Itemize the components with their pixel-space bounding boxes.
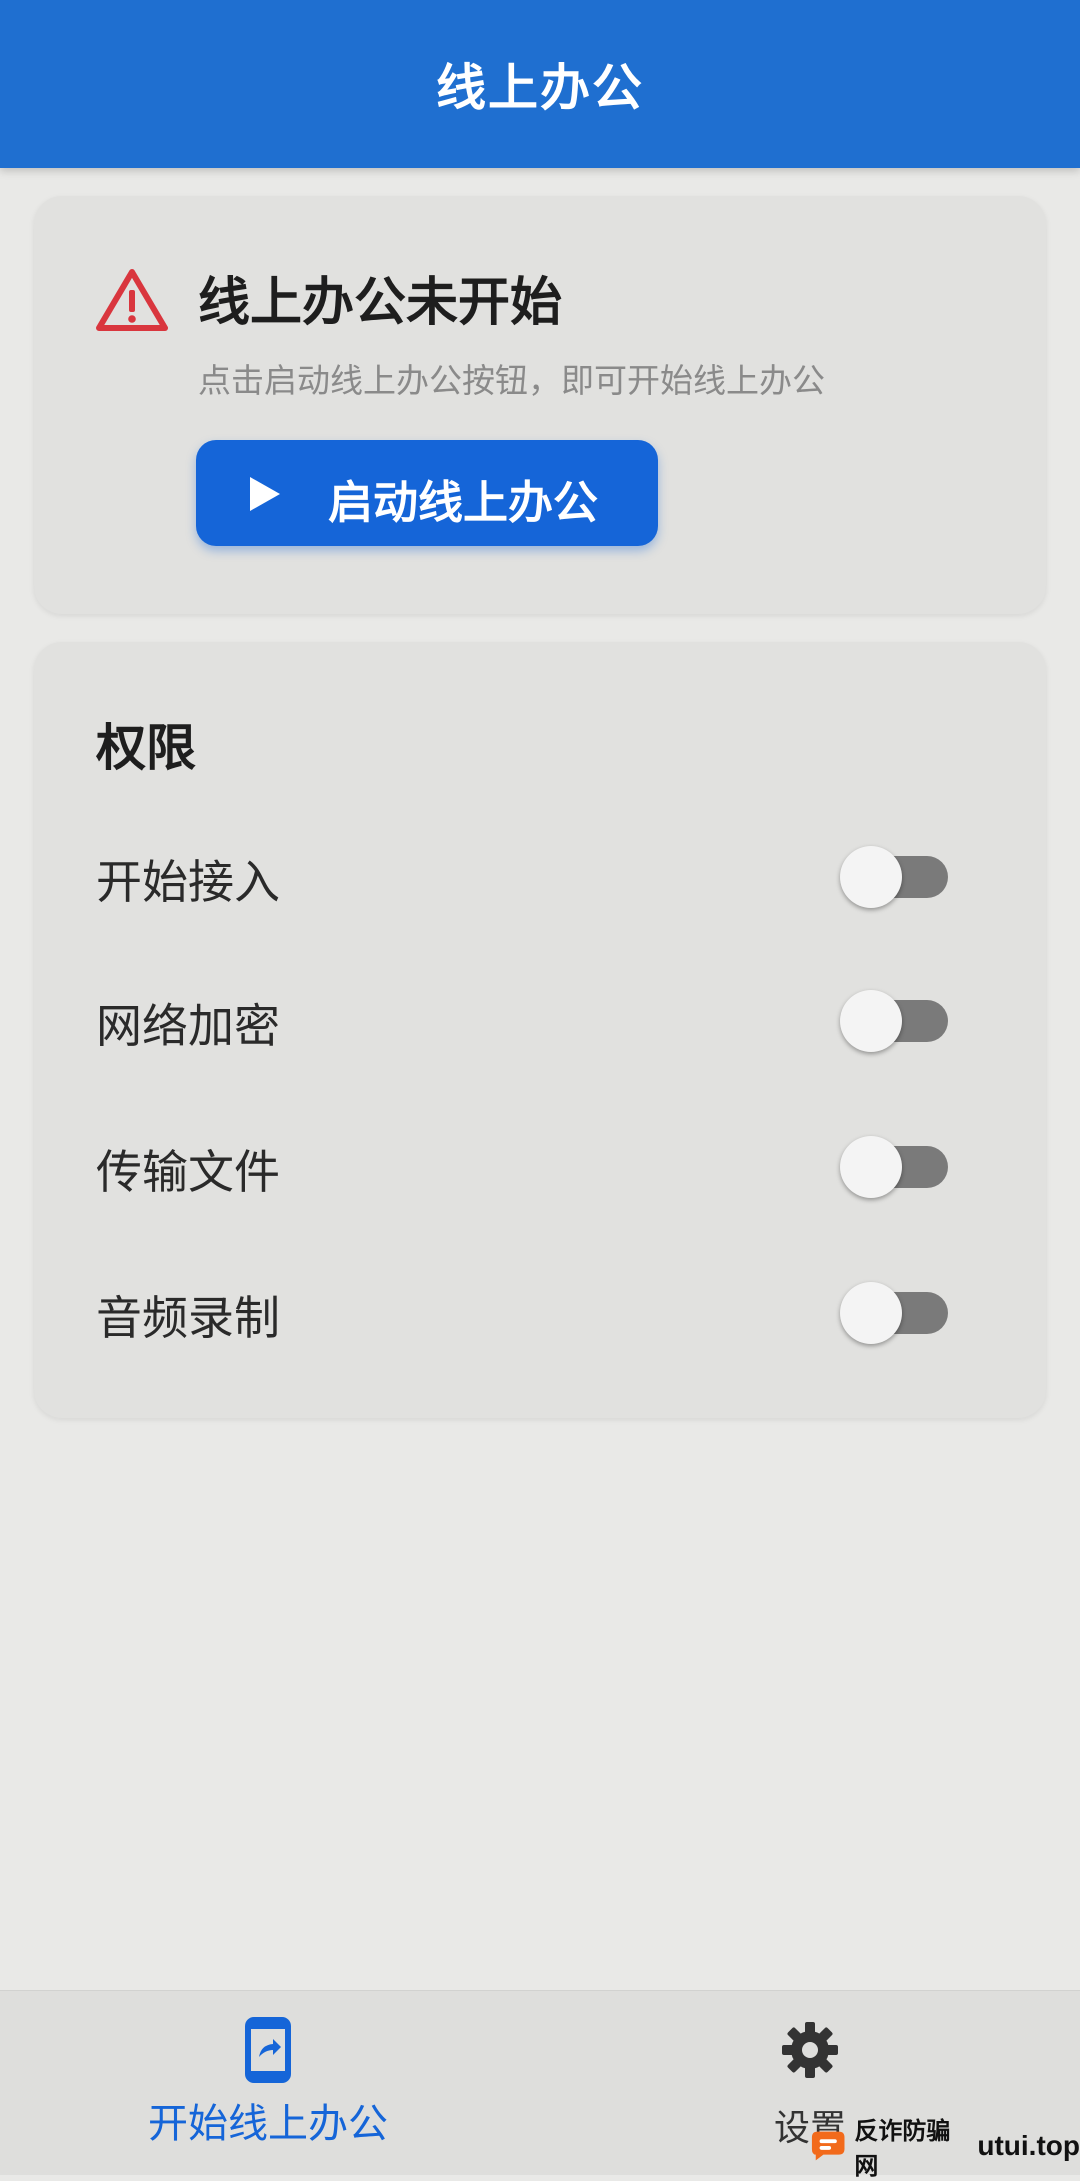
watermark-en-text: utui.top [977, 2130, 1080, 2161]
permission-label: 开始接入 [96, 855, 280, 909]
permission-label: 音频录制 [96, 1291, 280, 1345]
toggle-thumb [840, 1282, 902, 1344]
permission-row-file-transfer: 传输文件 [34, 1108, 1046, 1208]
access-toggle[interactable] [840, 844, 950, 908]
permission-row-audio-recording: 音频录制 [34, 1254, 1046, 1354]
watermark-logo-icon [811, 2131, 845, 2161]
warning-triangle-icon [96, 269, 168, 331]
phone-share-icon [235, 2017, 301, 2083]
start-button-label: 启动线上办公 [328, 476, 599, 529]
permission-row-access: 开始接入 [34, 818, 1046, 918]
nav-label: 开始线上办公 [148, 2101, 388, 2147]
encryption-toggle[interactable] [840, 988, 950, 1052]
status-title: 线上办公未开始 [198, 273, 563, 333]
file-transfer-toggle[interactable] [840, 1134, 950, 1198]
toggle-thumb [840, 1136, 902, 1198]
start-online-office-button[interactable]: 启动线上办公 [196, 440, 658, 546]
nav-item-start-online-office[interactable]: 开始线上办公 [98, 1991, 438, 2175]
permissions-card: 权限 开始接入 网络加密 传输文件 音频录制 [34, 642, 1046, 1418]
permission-label: 传输文件 [96, 1145, 280, 1199]
toggle-thumb [840, 846, 902, 908]
status-description: 点击启动线上办公按钮，即可开始线上办公 [198, 361, 825, 400]
toggle-thumb [840, 990, 902, 1052]
app-title: 线上办公 [436, 59, 644, 117]
status-card: 线上办公未开始 点击启动线上办公按钮，即可开始线上办公 启动线上办公 [34, 196, 1046, 614]
app-bar: 线上办公 [0, 0, 1080, 168]
permission-row-encryption: 网络加密 [34, 962, 1046, 1062]
watermark-cn-text: 反诈防骗网 [854, 2117, 951, 2180]
gear-icon [777, 2017, 843, 2083]
permissions-title: 权限 [96, 719, 196, 777]
permission-label: 网络加密 [96, 999, 280, 1053]
watermark: 反诈防骗网 utui.top [810, 2117, 1080, 2180]
play-icon [250, 477, 280, 511]
audio-recording-toggle[interactable] [840, 1280, 950, 1344]
